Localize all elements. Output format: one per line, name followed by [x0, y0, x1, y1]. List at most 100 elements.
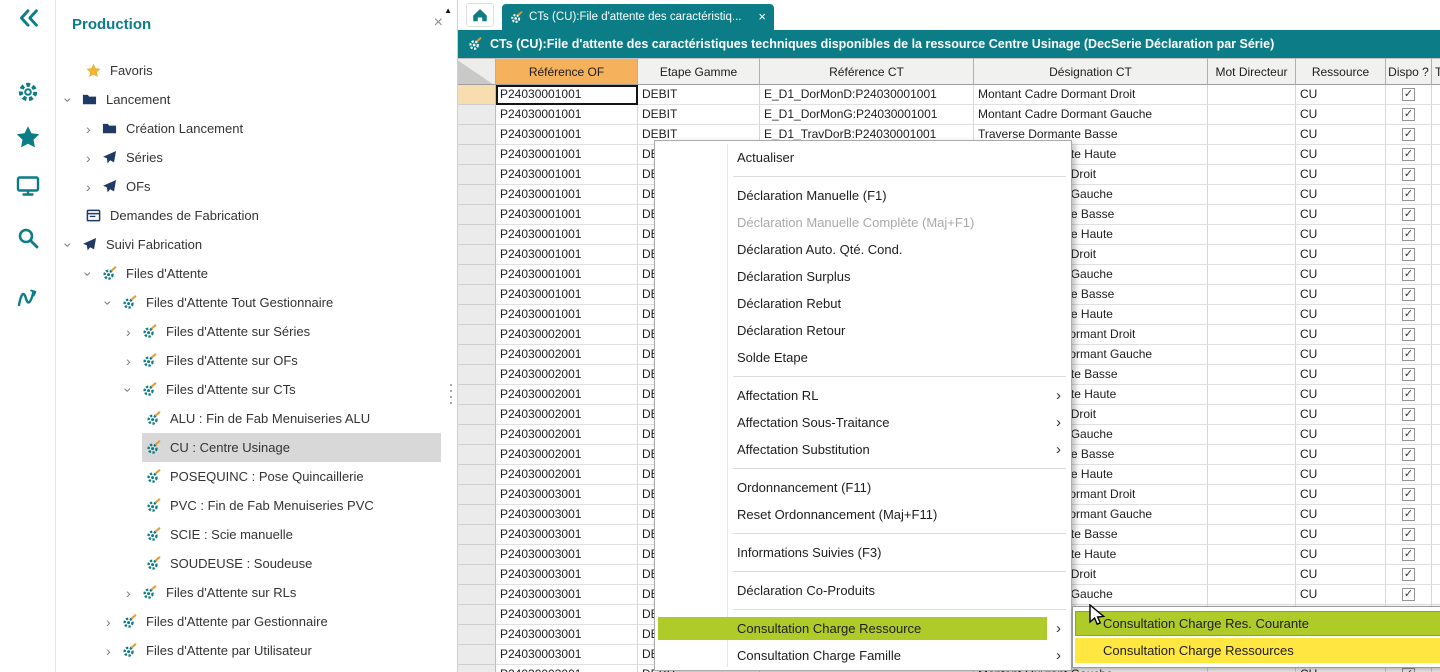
cell-reference-of[interactable]: P24030003001: [496, 485, 638, 505]
cell-reference-of[interactable]: P24030002001: [496, 385, 638, 405]
cell-reference-of[interactable]: P24030001001: [496, 265, 638, 285]
menu-item[interactable]: Reset Ordonnancement (Maj+F11) ›: [655, 501, 1071, 528]
menu-item[interactable]: Déclaration Surplus ›: [655, 263, 1071, 290]
row-selector-cell[interactable]: [458, 125, 496, 145]
dispo-checkbox[interactable]: ✓: [1402, 468, 1415, 481]
column-header[interactable]: Désignation CT: [974, 58, 1208, 85]
dispo-checkbox[interactable]: ✓: [1402, 568, 1415, 581]
cell-reference-of[interactable]: P24030003001: [496, 585, 638, 605]
cell-reference-of[interactable]: P24030003001: [496, 665, 638, 672]
tree-item[interactable]: › Séries: [56, 143, 441, 172]
tree-item[interactable]: › OFs: [56, 172, 441, 201]
dispo-checkbox[interactable]: ✓: [1402, 448, 1415, 461]
dispo-checkbox[interactable]: ✓: [1402, 188, 1415, 201]
dispo-checkbox[interactable]: ✓: [1402, 208, 1415, 221]
tree-item[interactable]: › Création Lancement: [56, 114, 441, 143]
row-selector-cell[interactable]: [458, 105, 496, 125]
dispo-checkbox[interactable]: ✓: [1402, 428, 1415, 441]
tree-item[interactable]: › PVC : Fin de Fab Menuiseries PVC: [56, 491, 441, 520]
cell-reference-of[interactable]: P24030002001: [496, 465, 638, 485]
dispo-checkbox[interactable]: ✓: [1402, 508, 1415, 521]
tree-item[interactable]: › Favoris: [56, 56, 441, 85]
cell-reference-of[interactable]: P24030003001: [496, 525, 638, 545]
tree-item[interactable]: › Files d'Attente par Gestionnaire: [56, 607, 441, 636]
table-row[interactable]: P24030001001 DEBIT E_D1_DorMonD:P2403000…: [458, 85, 1440, 105]
rail-activity-button[interactable]: [13, 284, 43, 312]
tree-item[interactable]: › ALU : Fin de Fab Menuiseries ALU: [56, 404, 441, 433]
expander-icon[interactable]: ›: [126, 353, 142, 369]
menu-item[interactable]: Solde Etape ›: [655, 344, 1071, 371]
rail-search-button[interactable]: [13, 224, 43, 252]
row-selector-cell[interactable]: [458, 325, 496, 345]
cell-reference-of[interactable]: P24030001001: [496, 165, 638, 185]
submenu-item[interactable]: Consultation Charge Res. Courante: [1073, 610, 1440, 637]
active-tab[interactable]: CTs (CU):File d'attente des caractéristi…: [502, 4, 774, 30]
row-selector-cell[interactable]: [458, 585, 496, 605]
expander-icon[interactable]: ›: [126, 382, 142, 398]
cell-reference-of[interactable]: P24030001001: [496, 225, 638, 245]
row-selector-cell[interactable]: [458, 605, 496, 625]
dispo-checkbox[interactable]: ✓: [1402, 668, 1415, 672]
cell-reference-of[interactable]: P24030003001: [496, 625, 638, 645]
menu-item[interactable]: Affectation Sous-Traitance ›: [655, 409, 1071, 436]
row-selector-cell[interactable]: [458, 165, 496, 185]
row-selector-cell[interactable]: [458, 525, 496, 545]
rail-screens-button[interactable]: [13, 172, 43, 200]
cell-reference-of[interactable]: P24030001001: [496, 85, 638, 105]
tree-item[interactable]: › Suivi Fabrication: [56, 230, 441, 259]
cell-reference-of[interactable]: P24030001001: [496, 245, 638, 265]
row-selector-cell[interactable]: [458, 225, 496, 245]
row-selector-cell[interactable]: [458, 405, 496, 425]
close-tab-button[interactable]: ×: [758, 11, 766, 23]
home-button[interactable]: [466, 3, 494, 27]
menu-item[interactable]: ›: [655, 371, 1071, 382]
menu-item[interactable]: Affectation Substitution ›: [655, 436, 1071, 463]
dispo-checkbox[interactable]: ✓: [1402, 308, 1415, 321]
row-selector-cell[interactable]: [458, 445, 496, 465]
cell-reference-of[interactable]: P24030003001: [496, 645, 638, 665]
row-selector-cell[interactable]: [458, 205, 496, 225]
panel-splitter[interactable]: [450, 382, 452, 406]
rail-favorites-button[interactable]: [13, 123, 43, 151]
cell-reference-of[interactable]: P24030001001: [496, 285, 638, 305]
dispo-checkbox[interactable]: ✓: [1402, 168, 1415, 181]
expander-icon[interactable]: ›: [106, 643, 122, 659]
column-header[interactable]: Mot Directeur: [1208, 58, 1296, 85]
dispo-checkbox[interactable]: ✓: [1402, 488, 1415, 501]
cell-reference-of[interactable]: P24030001001: [496, 125, 638, 145]
dispo-checkbox[interactable]: ✓: [1402, 328, 1415, 341]
collapse-sidebar-button[interactable]: [13, 4, 43, 32]
row-selector-cell[interactable]: [458, 185, 496, 205]
dispo-checkbox[interactable]: ✓: [1402, 408, 1415, 421]
submenu-item[interactable]: Consultation Charge Ressources: [1073, 637, 1440, 664]
cell-reference-of[interactable]: P24030002001: [496, 325, 638, 345]
tree-item[interactable]: › POSEQUINC : Pose Quincaillerie: [56, 462, 441, 491]
menu-item[interactable]: Actualiser ›: [655, 144, 1071, 171]
dispo-checkbox[interactable]: ✓: [1402, 108, 1415, 121]
column-header[interactable]: Etape Gamme: [638, 58, 760, 85]
tree-item[interactable]: › Files d'Attente sur Séries: [56, 317, 441, 346]
tree-item[interactable]: › SOUDEUSE : Soudeuse: [56, 549, 441, 578]
dispo-checkbox[interactable]: ✓: [1402, 548, 1415, 561]
dispo-checkbox[interactable]: ✓: [1402, 248, 1415, 261]
cell-reference-of[interactable]: P24030001001: [496, 105, 638, 125]
tree-item[interactable]: › Files d'Attente sur OFs: [56, 346, 441, 375]
row-selector-cell[interactable]: [458, 305, 496, 325]
menu-item[interactable]: Déclaration Manuelle (F1) ›: [655, 182, 1071, 209]
cell-reference-of[interactable]: P24030001001: [496, 205, 638, 225]
cell-reference-of[interactable]: P24030003001: [496, 545, 638, 565]
tree-item[interactable]: › Files d'Attente par Utilisateur: [56, 636, 441, 665]
row-selector-cell[interactable]: [458, 285, 496, 305]
row-selector-cell[interactable]: [458, 645, 496, 665]
dispo-checkbox[interactable]: ✓: [1402, 88, 1415, 101]
dispo-checkbox[interactable]: ✓: [1402, 128, 1415, 141]
dispo-checkbox[interactable]: ✓: [1402, 388, 1415, 401]
dispo-checkbox[interactable]: ✓: [1402, 268, 1415, 281]
row-selector-cell[interactable]: [458, 385, 496, 405]
column-header[interactable]: Référence CT: [760, 58, 974, 85]
tree-item[interactable]: › Files d'Attente sur RLs: [56, 578, 441, 607]
menu-item[interactable]: ›: [655, 566, 1071, 577]
row-selector-cell[interactable]: [458, 485, 496, 505]
dispo-checkbox[interactable]: ✓: [1402, 588, 1415, 601]
cell-reference-of[interactable]: P24030003001: [496, 505, 638, 525]
